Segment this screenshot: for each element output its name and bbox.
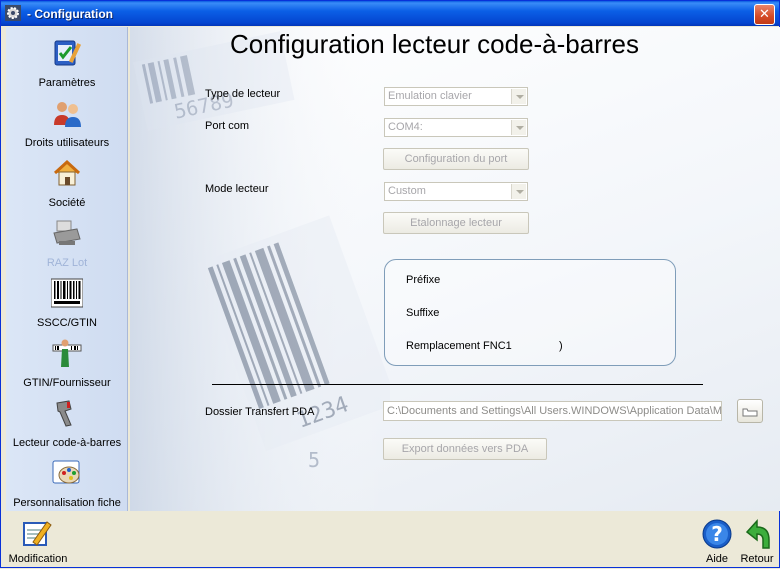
scanner-icon [56,400,72,427]
separator-line [212,384,703,385]
port-config-button[interactable]: Configuration du port [383,148,529,170]
com-port-value: COM4: [388,121,423,133]
com-port-select[interactable]: COM4: [384,118,528,137]
window-title: - Configuration [27,7,113,21]
modification-label: Modification [8,553,68,565]
calibrate-reader-button[interactable]: Etalonnage lecteur [383,212,529,234]
sidebar-item-label: Personnalisation fiche [13,497,121,509]
edit-icon [23,521,52,546]
prefix-label: Préfixe [406,274,441,286]
modification-button[interactable]: Modification [3,515,73,569]
sidebar: Paramètres Droits utilisateurs Société R… [6,27,128,511]
sidebar-item-sscc-gtin[interactable]: SSCC/GTIN [6,271,128,331]
sidebar-item-droits-utilisateurs[interactable]: Droits utilisateurs [6,91,128,151]
supplier-icon [52,339,82,367]
reader-type-value: Emulation clavier [388,90,472,102]
sidebar-item-label: Droits utilisateurs [24,137,110,149]
reader-mode-value: Custom [388,185,426,197]
chevron-down-icon[interactable] [511,184,526,199]
sidebar-item-label: Paramètres [38,77,96,89]
sidebar-item-societe[interactable]: Société [6,151,128,211]
reader-type-select[interactable]: Emulation clavier [384,87,528,106]
sidebar-item-label: Société [48,197,86,209]
back-button[interactable]: Retour [722,515,780,569]
close-button[interactable]: ✕ [754,4,775,25]
chevron-down-icon[interactable] [511,120,526,135]
reader-mode-label: Mode lecteur [205,183,269,195]
sidebar-item-lecteur-code-barres[interactable]: Lecteur code-à-barres [6,391,128,451]
back-label: Retour [740,553,774,565]
reader-mode-select[interactable]: Custom [384,182,528,201]
palette-icon [52,460,80,484]
main-panel: 56789 1234 5 Configuration lecteur code-… [130,27,780,511]
back-arrow-icon [745,519,770,549]
fnc1-replacement-label: Remplacement FNC1 [406,340,512,352]
reader-type-label: Type de lecteur [205,88,281,100]
close-icon: ✕ [759,6,770,21]
bg-number-3: 5 [308,448,320,472]
users-icon [54,102,81,127]
export-pda-button[interactable]: Export données vers PDA [383,438,547,460]
com-port-label: Port com [205,120,250,132]
sidebar-item-label: RAZ Lot [46,257,88,269]
fnc1-replacement-value[interactable]: ) [559,340,563,352]
sidebar-item-label: SSCC/GTIN [37,317,97,329]
page-title: Configuration lecteur code-à-barres [230,29,639,59]
sidebar-item-personnalisation-fiche[interactable]: Personnalisation fiche [6,451,128,511]
parameters-icon [54,40,82,66]
barcode-icon [51,278,83,308]
chevron-down-icon[interactable] [511,89,526,104]
pda-folder-label: Dossier Transfert PDA [205,406,315,418]
printer-icon [53,220,81,245]
folder-icon [742,408,758,417]
sidebar-item-raz-lot[interactable]: RAZ Lot [6,211,128,271]
app-gear-icon [5,5,21,21]
sidebar-item-parametres[interactable]: Paramètres [6,31,128,91]
prefix-suffix-group: Préfixe Suffixe Remplacement FNC1 ) [384,259,676,366]
browse-folder-button[interactable] [737,399,763,423]
configuration-window: - Configuration ✕ Paramètres Droits util… [0,0,780,568]
suffix-label: Suffixe [406,307,440,319]
house-icon [53,159,81,186]
pda-folder-field[interactable]: C:\Documents and Settings\All Users.WIND… [383,401,722,421]
title-bar[interactable]: - Configuration ✕ [1,1,779,26]
sidebar-item-label: GTIN/Fournisseur [23,377,111,389]
sidebar-item-gtin-fournisseur[interactable]: GTIN/Fournisseur [6,331,128,391]
sidebar-item-label: Lecteur code-à-barres [12,437,122,449]
